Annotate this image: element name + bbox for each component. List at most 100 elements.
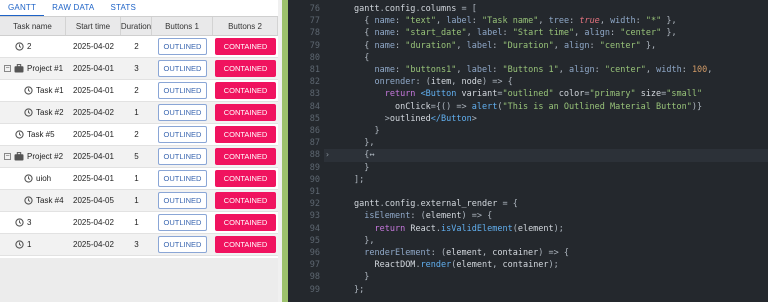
table-row[interactable]: uioh 2025-04-01 1 OUTLINED CONTAINED bbox=[0, 168, 278, 190]
code-line[interactable]: onClick={() => alert("This is an Outline… bbox=[354, 102, 702, 112]
line-number: 80 bbox=[309, 52, 320, 63]
task-name-text: Project #2 bbox=[27, 152, 64, 161]
line-number: 89 bbox=[309, 162, 320, 173]
outlined-button[interactable]: OUTLINED bbox=[158, 192, 207, 209]
code-line[interactable]: ReactDOM.render(element, container); bbox=[354, 260, 558, 270]
clock-icon bbox=[24, 108, 33, 117]
outlined-button[interactable]: OUTLINED bbox=[158, 214, 207, 231]
code-line[interactable]: >outlined</Button> bbox=[354, 114, 477, 124]
header-task-name[interactable]: Task name bbox=[0, 17, 66, 35]
code-line[interactable]: { name: "duration", label: "Duration", a… bbox=[354, 41, 656, 51]
duration-cell: 5 bbox=[134, 152, 139, 161]
code-line[interactable]: gantt.config.external_render = { bbox=[354, 199, 518, 209]
code-line[interactable]: {↔ bbox=[354, 150, 374, 160]
outlined-button[interactable]: OUTLINED bbox=[158, 126, 207, 143]
header-duration[interactable]: Duration bbox=[121, 17, 152, 35]
contained-button[interactable]: CONTAINED bbox=[215, 82, 276, 99]
tab-bar: GANTT RAW DATA STATS bbox=[0, 0, 282, 16]
contained-button[interactable]: CONTAINED bbox=[215, 148, 276, 165]
task-name-text: Task #1 bbox=[36, 86, 64, 95]
code-line[interactable]: }; bbox=[354, 285, 364, 295]
contained-button[interactable]: CONTAINED bbox=[215, 38, 276, 55]
code-line[interactable]: return React.isValidElement(element); bbox=[354, 224, 563, 234]
table-row[interactable]: Task #1 2025-04-01 2 OUTLINED CONTAINED bbox=[0, 80, 278, 102]
collapse-toggle-icon[interactable]: − bbox=[4, 153, 11, 160]
code-line[interactable]: } bbox=[354, 272, 369, 282]
contained-button[interactable]: CONTAINED bbox=[215, 60, 276, 77]
tab-raw-data[interactable]: RAW DATA bbox=[44, 0, 102, 16]
code-line[interactable]: } bbox=[354, 126, 379, 136]
start-time-cell: 2025-04-02 bbox=[73, 240, 114, 249]
code-line[interactable]: }, bbox=[354, 236, 374, 246]
table-row[interactable]: 2 2025-04-02 2 OUTLINED CONTAINED bbox=[0, 36, 278, 58]
table-row[interactable]: Task #2 2025-04-02 1 OUTLINED CONTAINED bbox=[0, 102, 278, 124]
contained-button[interactable]: CONTAINED bbox=[215, 236, 276, 253]
code-editor[interactable]: 76 gantt.config.columns = [77 { name: "te… bbox=[288, 0, 768, 302]
buttons1-cell: OUTLINED bbox=[152, 124, 213, 145]
outlined-button[interactable]: OUTLINED bbox=[158, 236, 207, 253]
code-line[interactable]: ]; bbox=[354, 175, 364, 185]
tab-stats[interactable]: STATS bbox=[102, 0, 144, 16]
start-time-cell: 2025-04-01 bbox=[73, 64, 114, 73]
table-row[interactable]: − Project #1 2025-04-01 3 OUTLINED CONTAINED bbox=[0, 58, 278, 80]
buttons1-cell: OUTLINED bbox=[152, 36, 213, 57]
contained-button[interactable]: CONTAINED bbox=[215, 104, 276, 121]
duration-cell: 3 bbox=[134, 64, 139, 73]
table-row[interactable]: − Project #2 2025-04-01 5 OUTLINED CONTAINED bbox=[0, 146, 278, 168]
task-name-cell: 2 bbox=[0, 36, 66, 57]
line-number: 77 bbox=[309, 16, 320, 27]
code-line[interactable]: gantt.config.columns = [ bbox=[354, 4, 477, 14]
task-name-cell: 3 bbox=[0, 212, 66, 233]
line-number: 85 bbox=[309, 113, 320, 124]
table-row[interactable]: Task #4 2025-04-05 1 OUTLINED CONTAINED bbox=[0, 190, 278, 212]
start-time-cell: 2025-04-01 bbox=[73, 130, 114, 139]
line-number: 83 bbox=[309, 89, 320, 100]
line-number: 87 bbox=[309, 138, 320, 149]
outlined-button[interactable]: OUTLINED bbox=[158, 38, 207, 55]
start-time-cell: 2025-04-05 bbox=[73, 196, 114, 205]
code-line[interactable]: { bbox=[354, 53, 369, 63]
task-name-cell: Task #5 bbox=[0, 124, 66, 145]
code-line[interactable]: } bbox=[354, 163, 369, 173]
outlined-button[interactable]: OUTLINED bbox=[158, 148, 207, 165]
table-row[interactable]: Task #5 2025-04-01 2 OUTLINED CONTAINED bbox=[0, 124, 278, 146]
contained-button[interactable]: CONTAINED bbox=[215, 214, 276, 231]
start-time-cell: 2025-04-01 bbox=[73, 152, 114, 161]
table-row[interactable]: 3 2025-04-02 1 OUTLINED CONTAINED bbox=[0, 212, 278, 234]
briefcase-icon bbox=[14, 64, 24, 73]
contained-button[interactable]: CONTAINED bbox=[215, 126, 276, 143]
collapse-toggle-icon[interactable]: − bbox=[4, 65, 11, 72]
outlined-button[interactable]: OUTLINED bbox=[158, 82, 207, 99]
code-line[interactable]: { name: "text", label: "Task name", tree… bbox=[354, 16, 676, 26]
code-line[interactable]: isElement: (element) => { bbox=[354, 211, 492, 221]
clock-icon bbox=[15, 130, 24, 139]
header-buttons-1[interactable]: Buttons 1 bbox=[152, 17, 213, 35]
buttons2-cell: CONTAINED bbox=[213, 146, 278, 167]
header-buttons-2[interactable]: Buttons 2 bbox=[213, 17, 278, 35]
task-name-cell: Task #2 bbox=[0, 102, 66, 123]
line-number: 91 bbox=[309, 187, 320, 197]
code-line[interactable]: { name: "start_date", label: "Start time… bbox=[354, 28, 676, 38]
code-line[interactable]: onrender: (item, node) => { bbox=[354, 77, 512, 87]
buttons2-cell: CONTAINED bbox=[213, 36, 278, 57]
line-number: 82 bbox=[309, 77, 320, 88]
fold-chevron-icon[interactable]: › bbox=[325, 150, 330, 159]
code-line[interactable]: return <Button variant="outlined" color=… bbox=[354, 89, 702, 99]
code-line[interactable]: }, bbox=[354, 138, 374, 148]
outlined-button[interactable]: OUTLINED bbox=[158, 60, 207, 77]
buttons2-cell: CONTAINED bbox=[213, 212, 278, 233]
outlined-button[interactable]: OUTLINED bbox=[158, 170, 207, 187]
folded-line-highlight bbox=[324, 149, 768, 163]
line-number: 79 bbox=[309, 40, 320, 51]
contained-button[interactable]: CONTAINED bbox=[215, 170, 276, 187]
tab-gantt[interactable]: GANTT bbox=[0, 0, 45, 16]
contained-button[interactable]: CONTAINED bbox=[215, 192, 276, 209]
buttons1-cell: OUTLINED bbox=[152, 168, 213, 189]
outlined-button[interactable]: OUTLINED bbox=[158, 104, 207, 121]
line-number: 93 bbox=[309, 211, 320, 222]
code-line[interactable]: name: "buttons1", label: "Buttons 1", al… bbox=[354, 65, 712, 75]
table-row[interactable]: 1 2025-04-02 3 OUTLINED CONTAINED bbox=[0, 234, 278, 256]
code-line[interactable]: renderElement: (element, container) => { bbox=[354, 248, 569, 258]
duration-cell: 3 bbox=[134, 240, 139, 249]
header-start-time[interactable]: Start time bbox=[66, 17, 121, 35]
